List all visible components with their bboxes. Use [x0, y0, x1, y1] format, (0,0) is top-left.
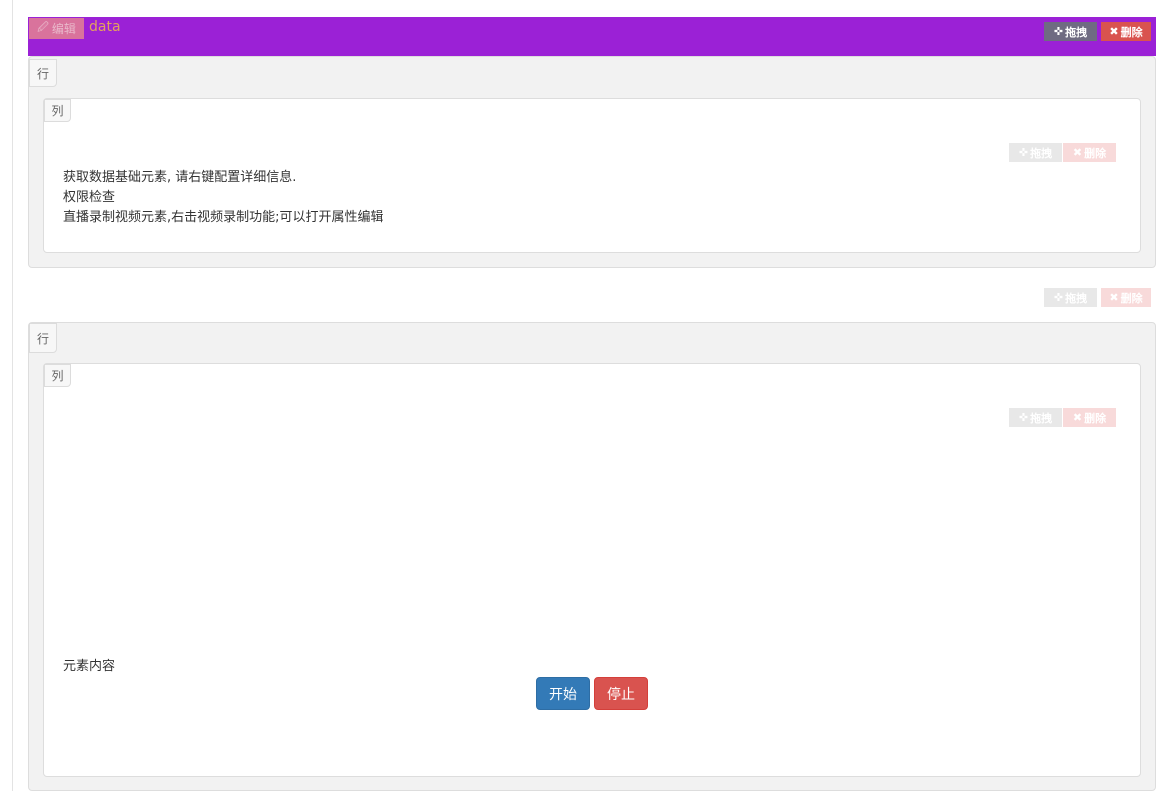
stop-button[interactable]: 停止	[594, 677, 648, 710]
row-panel: 行 列 ✜ 拖拽 ✖ 删除 元素内容 开始 停止	[28, 322, 1156, 791]
element-content-text: 元素内容	[63, 659, 116, 674]
close-icon: ✖	[1072, 146, 1083, 159]
close-icon: ✖	[1072, 411, 1083, 424]
column-tag: 列	[44, 99, 71, 122]
delete-label: 删除	[1084, 146, 1107, 160]
column-drag-button[interactable]: ✜ 拖拽	[1009, 143, 1062, 162]
column-delete-button[interactable]: ✖ 删除	[1063, 143, 1116, 162]
column-tag: 列	[44, 364, 71, 387]
close-icon: ✖	[1109, 291, 1119, 304]
block2-drag-button[interactable]: ✜ 拖拽	[1044, 288, 1097, 307]
move-icon: ✜	[1053, 25, 1064, 38]
block-title: data	[89, 19, 121, 35]
move-icon: ✜	[1053, 291, 1064, 304]
row-tag: 行	[29, 323, 57, 353]
left-border-line	[12, 0, 13, 791]
column-delete-button[interactable]: ✖ 删除	[1063, 408, 1116, 427]
column-drag-button[interactable]: ✜ 拖拽	[1009, 408, 1062, 427]
move-icon: ✜	[1018, 411, 1029, 424]
delete-label: 删除	[1120, 25, 1143, 39]
row-tag: 行	[29, 59, 57, 87]
block-header: 🖉 编辑 data ✜ 拖拽 ✖ 删除	[28, 17, 1156, 56]
column-panel: 列 ✜ 拖拽 ✖ 删除 获取数据基础元素, 请右键配置详细信息. 权限检查 直播…	[43, 98, 1141, 253]
edit-button[interactable]: 🖉 编辑	[29, 18, 84, 39]
delete-label: 删除	[1084, 411, 1107, 425]
content-line: 获取数据基础元素, 请右键配置详细信息.	[63, 170, 297, 185]
row-panel: 行 列 ✜ 拖拽 ✖ 删除 获取数据基础元素, 请右键配置详细信息. 权限检查 …	[28, 56, 1156, 268]
edit-icon: 🖉	[37, 21, 49, 34]
drag-label: 拖拽	[1065, 25, 1088, 39]
delete-label: 删除	[1120, 291, 1143, 305]
drag-label: 拖拽	[1030, 146, 1053, 160]
block2-delete-button[interactable]: ✖ 删除	[1101, 288, 1151, 307]
data-block: 🖉 编辑 data ✜ 拖拽 ✖ 删除 行 列 ✜ 拖拽 ✖ 删除 获取数据基础…	[28, 17, 1156, 268]
edit-label: 编辑	[51, 22, 76, 36]
close-icon: ✖	[1109, 25, 1119, 38]
column-panel: 列 ✜ 拖拽 ✖ 删除 元素内容 开始 停止	[43, 363, 1141, 777]
column-content: 获取数据基础元素, 请右键配置详细信息. 权限检查 直播录制视频元素,右击视频录…	[63, 168, 384, 228]
drag-button[interactable]: ✜ 拖拽	[1044, 22, 1097, 41]
drag-label: 拖拽	[1030, 411, 1053, 425]
content-line: 直播录制视频元素,右击视频录制功能;可以打开属性编辑	[63, 210, 384, 225]
move-icon: ✜	[1018, 146, 1029, 159]
content-line: 权限检查	[63, 190, 116, 205]
start-button[interactable]: 开始	[536, 677, 590, 710]
drag-label: 拖拽	[1065, 291, 1088, 305]
delete-button[interactable]: ✖ 删除	[1101, 22, 1151, 41]
